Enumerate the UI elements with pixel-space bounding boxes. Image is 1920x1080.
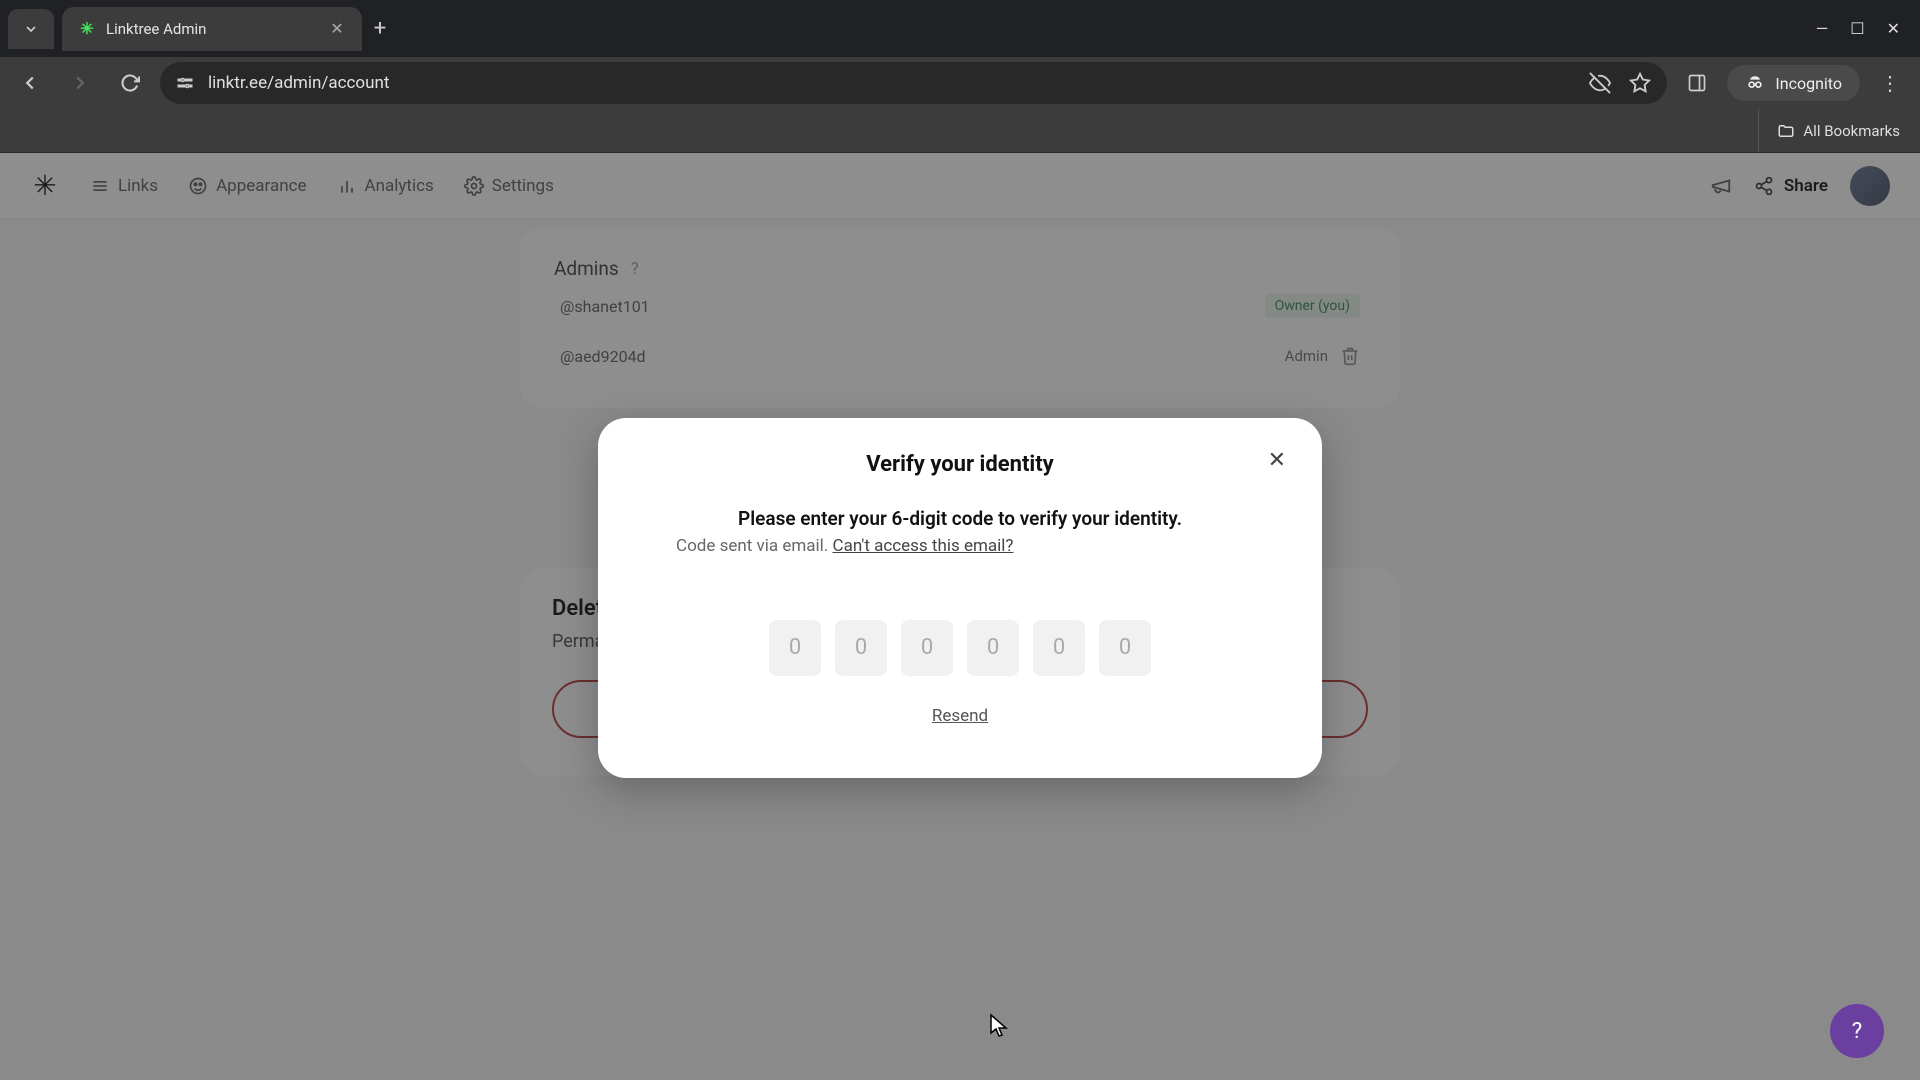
bookmarks-bar: All Bookmarks	[0, 109, 1920, 153]
tracking-protection-icon[interactable]	[1589, 72, 1611, 94]
close-window-icon[interactable]: ✕	[1887, 19, 1900, 38]
all-bookmarks-button[interactable]: All Bookmarks	[1777, 122, 1900, 140]
tab-close-icon[interactable]: ✕	[328, 19, 346, 38]
new-tab-button[interactable]: +	[362, 16, 398, 41]
maximize-icon[interactable]: ☐	[1850, 19, 1864, 38]
reload-button[interactable]	[110, 63, 150, 103]
browser-toolbar: linktr.ee/admin/account Incognito ⋮	[0, 57, 1920, 109]
browser-menu-icon[interactable]: ⋮	[1870, 71, 1910, 95]
modal-instruction: Please enter your 6-digit code to verify…	[642, 507, 1278, 530]
code-digit-2[interactable]	[835, 620, 887, 676]
linktree-favicon: ✳	[78, 20, 96, 38]
tab-search-dropdown[interactable]	[8, 9, 54, 49]
all-bookmarks-label: All Bookmarks	[1803, 122, 1900, 140]
modal-title: Verify your identity	[642, 452, 1278, 477]
modal-close-icon[interactable]: ✕	[1268, 448, 1286, 473]
window-controls: — ☐ ✕	[1816, 19, 1920, 38]
modal-subtext: Code sent via email. Can't access this e…	[642, 536, 1278, 556]
browser-tab[interactable]: ✳ Linktree Admin ✕	[62, 7, 362, 51]
incognito-label: Incognito	[1775, 74, 1842, 93]
code-digit-5[interactable]	[1033, 620, 1085, 676]
code-digit-3[interactable]	[901, 620, 953, 676]
address-bar[interactable]: linktr.ee/admin/account	[160, 62, 1667, 104]
bookmark-star-icon[interactable]	[1629, 72, 1651, 94]
back-button[interactable]	[10, 63, 50, 103]
tab-title: Linktree Admin	[106, 20, 318, 38]
cant-access-link[interactable]: Can't access this email?	[833, 536, 1014, 556]
minimize-icon[interactable]: —	[1816, 19, 1829, 38]
help-fab[interactable]: ?	[1830, 1004, 1884, 1058]
site-settings-icon[interactable]	[176, 74, 194, 92]
verify-identity-modal: Verify your identity ✕ Please enter your…	[598, 418, 1322, 778]
browser-tab-bar: ✳ Linktree Admin ✕ + — ☐ ✕	[0, 0, 1920, 57]
code-digit-6[interactable]	[1099, 620, 1151, 676]
code-digit-4[interactable]	[967, 620, 1019, 676]
app-viewport: ✳ Links Appearance Analytics Settings Sh…	[0, 153, 1920, 1080]
incognito-indicator[interactable]: Incognito	[1727, 65, 1860, 101]
url-text: linktr.ee/admin/account	[208, 73, 389, 93]
resend-link[interactable]: Resend	[642, 706, 1278, 726]
code-digit-1[interactable]	[769, 620, 821, 676]
forward-button[interactable]	[60, 63, 100, 103]
code-input-row	[642, 620, 1278, 676]
side-panel-icon[interactable]	[1677, 63, 1717, 103]
